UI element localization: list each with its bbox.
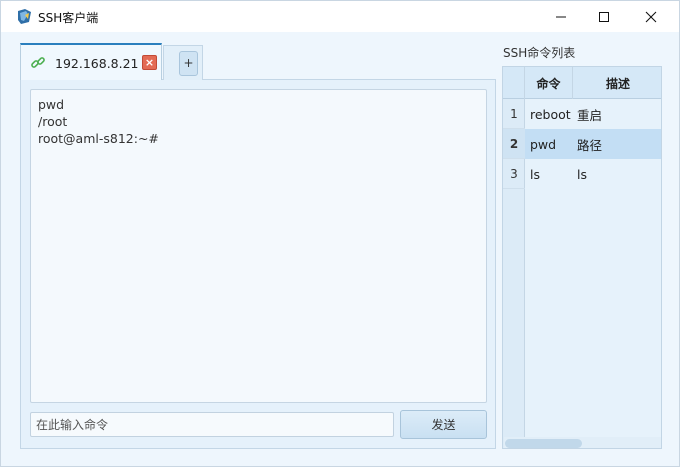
command-list-title: SSH命令列表 [503,46,576,60]
add-tab-button[interactable]: + [179,51,198,76]
ssh-client-window: SSH客户端 192.168.8.21 × + pwd /root root@a… [0,0,680,467]
horizontal-scrollbar[interactable] [504,437,661,448]
terminal-line: pwd [38,97,65,112]
window-title: SSH客户端 [38,11,99,25]
row-description-cell[interactable]: 重启 [577,99,602,129]
terminal-line: /root [38,114,68,129]
scrollbar-thumb[interactable] [505,439,582,448]
send-button[interactable]: 发送 [400,410,487,439]
terminal-line: root@aml-s812:~# [38,131,159,146]
table-row[interactable]: 3 ls ls [503,159,661,189]
row-command-cell[interactable]: reboot [530,99,571,129]
tab-close-button[interactable]: × [142,55,157,70]
tab-add-area: + [163,45,203,80]
grid-corner-cell[interactable] [503,67,525,99]
tab-label: 192.168.8.21 [55,56,139,71]
terminal-output[interactable]: pwd /root root@aml-s812:~# [30,89,487,403]
column-header-description[interactable]: 描述 [573,67,661,99]
close-button[interactable] [628,1,674,32]
close-icon [645,11,657,22]
grid-header: 命令 描述 [503,67,661,99]
session-tabbar: 192.168.8.21 × + [20,42,484,80]
row-command-cell[interactable]: pwd [530,129,556,159]
maximize-button[interactable] [581,1,627,32]
tab-session-192-168-8-21[interactable]: 192.168.8.21 × [20,43,162,80]
minimize-button[interactable] [538,1,584,32]
link-icon [31,57,45,68]
table-row[interactable]: 1 reboot 重启 [503,99,661,129]
table-row-selected[interactable]: 2 pwd 路径 [503,129,661,159]
row-number[interactable]: 3 [503,159,525,189]
row-description-cell[interactable]: ls [577,159,587,189]
maximize-icon [599,11,609,22]
row-description-cell[interactable]: 路径 [577,129,602,159]
ssh-app-icon [18,9,31,24]
column-header-command[interactable]: 命令 [525,67,573,99]
row-number[interactable]: 2 [503,129,525,159]
title-bar[interactable]: SSH客户端 [1,1,679,32]
command-list-grid[interactable]: 命令 描述 1 reboot 重启 2 pwd 路径 3 ls ls [502,66,662,449]
minimize-icon [556,16,566,17]
command-input[interactable] [30,412,394,437]
row-command-cell[interactable]: ls [530,159,540,189]
row-number[interactable]: 1 [503,99,525,129]
